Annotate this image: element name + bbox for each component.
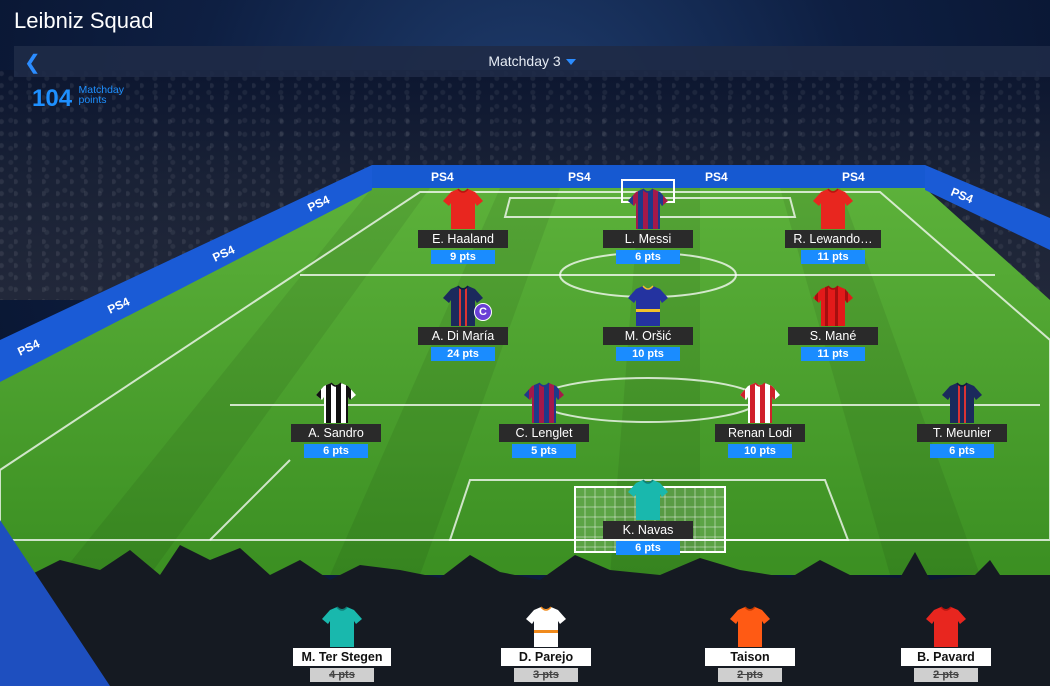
player-card[interactable]: Renan Lodi 10 pts <box>700 382 820 458</box>
points-label-line-2: points <box>78 94 107 106</box>
matchday-points: 104 Matchday points <box>32 85 124 113</box>
player-name: S. Mané <box>788 327 878 345</box>
player-points: 24 pts <box>431 347 495 361</box>
player-card[interactable]: M. Oršić 10 pts <box>588 285 708 361</box>
player-name: A. Sandro <box>291 424 381 442</box>
bench-player-card[interactable]: M. Ter Stegen 4 pts <box>282 606 402 682</box>
player-name: B. Pavard <box>901 648 991 666</box>
jersey-icon <box>628 479 668 520</box>
player-name: A. Di María <box>418 327 508 345</box>
player-points: 11 pts <box>801 250 865 264</box>
jersey-icon <box>628 285 668 326</box>
points-label: Matchday points <box>78 85 125 106</box>
jersey-icon <box>322 606 362 647</box>
jersey-icon <box>524 382 564 423</box>
player-card[interactable]: T. Meunier 6 pts <box>902 382 1022 458</box>
player-points: 2 pts <box>914 668 978 682</box>
jersey-icon <box>628 188 668 229</box>
player-name: K. Navas <box>603 521 693 539</box>
player-points: 3 pts <box>514 668 578 682</box>
player-name: Taison <box>705 648 795 666</box>
squad-view: PS4 PS4 PS4 PS4 PS4 PS4 PS4 PS4 PS4 Leibniz Squa… <box>0 0 1050 686</box>
player-card[interactable]: L. Messi 6 pts <box>588 188 708 264</box>
player-points: 4 pts <box>310 668 374 682</box>
jersey-icon <box>813 188 853 229</box>
sponsor-logo: PS4 <box>842 170 865 184</box>
player-name: M. Oršić <box>603 327 693 345</box>
player-points: 5 pts <box>512 444 576 458</box>
bench-player-card[interactable]: B. Pavard 2 pts <box>886 606 1006 682</box>
player-name: C. Lenglet <box>499 424 589 442</box>
player-name: R. Lewando… <box>785 230 881 248</box>
jersey-icon <box>813 285 853 326</box>
points-value: 104 <box>32 85 73 112</box>
player-card[interactable]: C. Lenglet 5 pts <box>484 382 604 458</box>
jersey-icon <box>526 606 566 647</box>
captain-badge: C <box>474 303 492 321</box>
player-card[interactable]: K. Navas 6 pts <box>588 479 708 555</box>
jersey-icon <box>926 606 966 647</box>
player-points: 6 pts <box>616 250 680 264</box>
matchday-bar: ❮ Matchday 3 <box>14 46 1050 77</box>
player-name: Renan Lodi <box>715 424 805 442</box>
player-card[interactable]: E. Haaland 9 pts <box>403 188 523 264</box>
player-name: D. Parejo <box>501 648 591 666</box>
jersey-icon <box>740 382 780 423</box>
player-points: 6 pts <box>304 444 368 458</box>
player-points: 10 pts <box>616 347 680 361</box>
player-card[interactable]: S. Mané 11 pts <box>773 285 893 361</box>
player-points: 2 pts <box>718 668 782 682</box>
player-points: 9 pts <box>431 250 495 264</box>
sponsor-logo: PS4 <box>568 170 591 184</box>
player-name: T. Meunier <box>917 424 1007 442</box>
bench-player-card[interactable]: D. Parejo 3 pts <box>486 606 606 682</box>
player-points: 6 pts <box>930 444 994 458</box>
jersey-icon <box>316 382 356 423</box>
player-card[interactable]: A. Sandro 6 pts <box>276 382 396 458</box>
player-points: 11 pts <box>801 347 865 361</box>
matchday-label: Matchday 3 <box>488 53 561 69</box>
player-name: M. Ter Stegen <box>293 648 391 666</box>
jersey-icon <box>443 188 483 229</box>
player-points: 6 pts <box>616 541 680 555</box>
player-name: E. Haaland <box>418 230 508 248</box>
bench-player-card[interactable]: Taison 2 pts <box>690 606 810 682</box>
player-name: L. Messi <box>603 230 693 248</box>
matchday-selector[interactable]: Matchday 3 <box>14 53 1050 69</box>
jersey-icon <box>730 606 770 647</box>
sponsor-logo: PS4 <box>431 170 454 184</box>
squad-title: Leibniz Squad <box>14 8 154 33</box>
player-card[interactable]: R. Lewando… 11 pts <box>773 188 893 264</box>
player-card[interactable]: C A. Di María 24 pts <box>403 285 523 361</box>
sponsor-logo: PS4 <box>705 170 728 184</box>
caret-down-icon <box>565 59 576 66</box>
player-points: 10 pts <box>728 444 792 458</box>
jersey-icon <box>942 382 982 423</box>
